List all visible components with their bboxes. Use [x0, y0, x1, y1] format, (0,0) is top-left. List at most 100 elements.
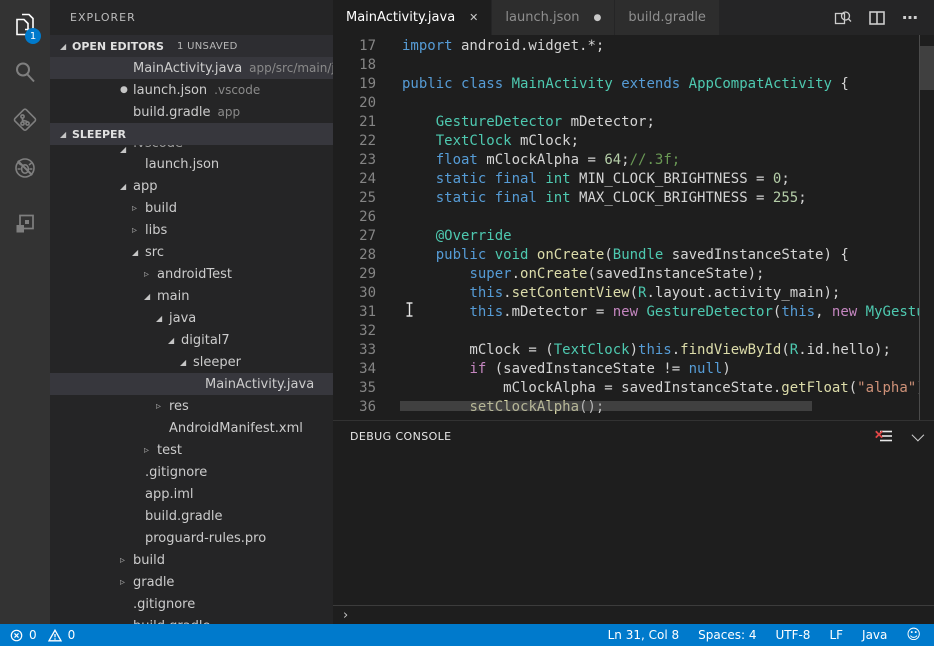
- indentation-status[interactable]: Spaces: 4: [698, 628, 756, 642]
- open-editor-desc: .vscode: [214, 83, 260, 97]
- code-line: 27 @Override: [333, 227, 920, 246]
- line-number: 23: [333, 151, 376, 170]
- scrollbar-border: [919, 35, 920, 420]
- tab-modified-dot-icon[interactable]: ●: [594, 13, 602, 23]
- line-number: 18: [333, 56, 376, 75]
- line-content: import android.widget.*;: [376, 37, 604, 56]
- tabs: MainActivity.java✕launch.json● build.grad…: [333, 0, 720, 35]
- tree-item[interactable]: ◢java: [50, 307, 333, 329]
- line-content: static final int MAX_CLOCK_BRIGHTNESS = …: [376, 189, 807, 208]
- twistie-expanded-icon: ◢: [156, 314, 169, 323]
- line-number: 31: [333, 303, 376, 322]
- twistie-expanded-icon: ◢: [168, 336, 181, 345]
- tab-build.gradle[interactable]: build.gradle: [615, 0, 720, 35]
- debug-console-input[interactable]: ›: [333, 605, 934, 624]
- open-editor-name: launch.json: [133, 83, 207, 98]
- open-editor-item[interactable]: build.gradleapp: [50, 101, 333, 123]
- vertical-scrollbar[interactable]: [920, 46, 934, 90]
- tree-item[interactable]: build.gradle: [50, 505, 333, 527]
- editor-actions: ⋯: [834, 0, 934, 35]
- line-number: 36: [333, 398, 376, 417]
- open-editors-list: MainActivity.javaapp/src/main/java/digit…: [50, 57, 333, 123]
- open-editor-desc: app/src/main/java/digit…: [249, 61, 333, 75]
- tree-item[interactable]: MainActivity.java: [50, 373, 333, 395]
- tab-label: build.gradle: [628, 10, 706, 25]
- tree-item[interactable]: app.iml: [50, 483, 333, 505]
- tree-item-label: .gitignore: [133, 597, 195, 612]
- line-content: float mClockAlpha = 64;//.3f;: [376, 151, 680, 170]
- tree-item[interactable]: AndroidManifest.xml: [50, 417, 333, 439]
- tree-item[interactable]: ▹res: [50, 395, 333, 417]
- activity-search-icon[interactable]: [0, 48, 50, 96]
- code-line: 35 mClockAlpha = savedInstanceState.getF…: [333, 379, 920, 398]
- tree-item-label: build: [133, 553, 165, 568]
- code-line: 19public class MainActivity extends AppC…: [333, 75, 920, 94]
- unsaved-badge: 1 UNSAVED: [177, 41, 238, 52]
- tree-item-label: .gitignore: [145, 465, 207, 480]
- warning-icon: [48, 629, 62, 642]
- code-line: 33 mClock = (TextClock)this.findViewById…: [333, 341, 920, 360]
- activity-source-control-icon[interactable]: [0, 96, 50, 144]
- tree-item[interactable]: ◢digital7: [50, 329, 333, 351]
- activity-extensions-icon[interactable]: [0, 200, 50, 248]
- code-line: 18: [333, 56, 920, 75]
- open-editor-item[interactable]: MainActivity.javaapp/src/main/java/digit…: [50, 57, 333, 79]
- tree-item[interactable]: ◢src: [50, 241, 333, 263]
- line-number: 30: [333, 284, 376, 303]
- clear-console-icon[interactable]: [875, 429, 892, 443]
- tree-item[interactable]: ▹libs: [50, 219, 333, 241]
- tab-launch.json[interactable]: launch.json●: [492, 0, 615, 35]
- horizontal-scrollbar[interactable]: [400, 401, 812, 411]
- encoding-status[interactable]: UTF-8: [775, 628, 810, 642]
- folder-section-header[interactable]: ◢ SLEEPER: [50, 123, 333, 145]
- code-editor[interactable]: 17import android.widget.*;1819public cla…: [333, 35, 934, 420]
- search-file-icon[interactable]: [834, 10, 852, 26]
- line-number: 26: [333, 208, 376, 227]
- close-panel-chevron-icon[interactable]: [912, 428, 925, 441]
- problems-status[interactable]: 0 0: [0, 628, 75, 642]
- line-content: this.mDetector = new GestureDetector(thi…: [376, 303, 920, 322]
- tree-item-label: app: [133, 179, 157, 194]
- code-line: 17import android.widget.*;: [333, 37, 920, 56]
- tree-item[interactable]: .gitignore: [50, 461, 333, 483]
- line-number: 21: [333, 113, 376, 132]
- feedback-smiley-icon[interactable]: ☺: [906, 627, 921, 643]
- split-editor-icon[interactable]: [869, 11, 885, 25]
- tree-item[interactable]: ◢main: [50, 285, 333, 307]
- tree-item[interactable]: ◢.vscode: [50, 145, 333, 153]
- more-actions-icon[interactable]: ⋯: [902, 8, 919, 27]
- twistie-collapsed-icon: ▹: [156, 401, 169, 412]
- language-mode-status[interactable]: Java: [862, 628, 887, 642]
- code-line: 29 super.onCreate(savedInstanceState);: [333, 265, 920, 284]
- tab-close-icon[interactable]: ✕: [469, 11, 478, 24]
- tree-item-label: main: [157, 289, 189, 304]
- debug-console-panel: DEBUG CONSOLE: [333, 420, 934, 624]
- tree-item[interactable]: ▹androidTest: [50, 263, 333, 285]
- tree-item[interactable]: ▹test: [50, 439, 333, 461]
- open-editors-header[interactable]: ◢ OPEN EDITORS 1 UNSAVED: [50, 35, 333, 57]
- line-number: 28: [333, 246, 376, 265]
- activity-explorer-icon[interactable]: 1: [0, 0, 50, 48]
- mouse-ibeam-cursor: [405, 302, 414, 321]
- tree-item[interactable]: ◢sleeper: [50, 351, 333, 373]
- line-number: 32: [333, 322, 376, 341]
- tree-item[interactable]: ◢app: [50, 175, 333, 197]
- tab-MainActivity.java[interactable]: MainActivity.java✕: [333, 0, 492, 35]
- tree-item[interactable]: ▹build: [50, 197, 333, 219]
- tree-item[interactable]: proguard-rules.pro: [50, 527, 333, 549]
- tree-item[interactable]: ▹gradle: [50, 571, 333, 593]
- line-number: 20: [333, 94, 376, 113]
- eol-status[interactable]: LF: [829, 628, 843, 642]
- error-icon: [10, 629, 23, 642]
- panel-title-debug-console[interactable]: DEBUG CONSOLE: [350, 430, 452, 443]
- tree-item-label: MainActivity.java: [205, 377, 314, 392]
- line-number: 22: [333, 132, 376, 151]
- activity-debug-icon[interactable]: [0, 144, 50, 192]
- tree-item[interactable]: build.gradle: [50, 615, 333, 624]
- tree-item[interactable]: .gitignore: [50, 593, 333, 615]
- tree-item[interactable]: launch.json: [50, 153, 333, 175]
- tree-item[interactable]: ▹build: [50, 549, 333, 571]
- open-editor-item[interactable]: ●launch.json.vscode: [50, 79, 333, 101]
- code-line: 26: [333, 208, 920, 227]
- cursor-position-status[interactable]: Ln 31, Col 8: [608, 628, 680, 642]
